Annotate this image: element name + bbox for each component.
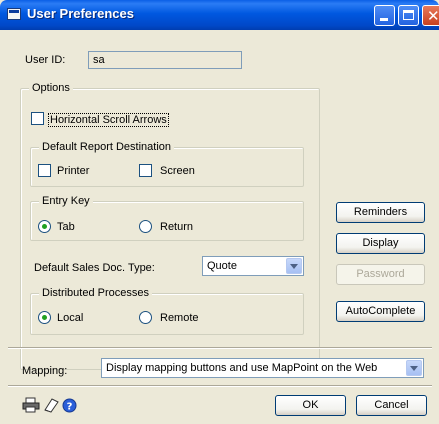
note-icon[interactable]	[42, 397, 60, 413]
minimize-button[interactable]	[374, 5, 395, 26]
chevron-down-icon[interactable]	[406, 360, 422, 376]
mapping-label: Mapping:	[22, 365, 68, 377]
svg-text:?: ?	[67, 402, 73, 413]
user-id-field: sa	[88, 51, 242, 69]
ok-button[interactable]: OK	[275, 395, 346, 416]
autocomplete-button[interactable]: AutoComplete	[336, 301, 425, 322]
printer-checkbox[interactable]	[38, 164, 51, 177]
distributed-processes-legend: Distributed Processes	[39, 287, 152, 299]
mapping-select[interactable]: Display mapping buttons and use MapPoint…	[101, 358, 424, 378]
remote-radio[interactable]	[139, 311, 152, 324]
report-destination-legend: Default Report Destination	[39, 141, 175, 153]
tab-label[interactable]: Tab	[57, 221, 75, 233]
mapping-value: Display mapping buttons and use MapPoint…	[106, 362, 378, 374]
window-title: User Preferences	[27, 6, 134, 21]
sales-doc-type-label: Default Sales Doc. Type:	[34, 262, 155, 274]
remote-label[interactable]: Remote	[160, 312, 199, 324]
entry-key-legend: Entry Key	[39, 195, 93, 207]
horizontal-scroll-arrows-text: Horizontal Scroll Arrows	[50, 114, 167, 126]
user-preferences-window: User Preferences ✕ User ID: sa Options H…	[0, 0, 439, 424]
return-label[interactable]: Return	[160, 221, 193, 233]
user-id-value: sa	[93, 54, 105, 66]
local-radio[interactable]	[38, 311, 51, 324]
password-button[interactable]: Password	[336, 264, 425, 285]
printer-label[interactable]: Printer	[57, 165, 89, 177]
dialog-body: User ID: sa Options Horizontal Scroll Ar…	[0, 30, 439, 424]
divider-bottom	[8, 385, 432, 387]
help-icon[interactable]: ?	[62, 398, 77, 413]
return-radio[interactable]	[139, 220, 152, 233]
user-id-label: User ID:	[25, 54, 66, 66]
close-icon: ✕	[427, 7, 439, 25]
reminders-button[interactable]: Reminders	[336, 202, 425, 223]
display-button[interactable]: Display	[336, 233, 425, 254]
horizontal-scroll-arrows-label[interactable]: Horizontal Scroll Arrows	[48, 113, 169, 127]
cancel-button[interactable]: Cancel	[356, 395, 427, 416]
window-icon	[7, 8, 21, 20]
close-button[interactable]: ✕	[422, 5, 439, 26]
title-bar[interactable]: User Preferences ✕	[0, 0, 439, 30]
printer-icon[interactable]	[22, 397, 40, 413]
screen-label[interactable]: Screen	[160, 165, 195, 177]
divider-top	[8, 347, 432, 349]
tab-radio[interactable]	[38, 220, 51, 233]
horizontal-scroll-arrows-checkbox[interactable]	[31, 112, 44, 125]
options-legend: Options	[29, 82, 73, 94]
local-label[interactable]: Local	[57, 312, 83, 324]
screen-checkbox[interactable]	[139, 164, 152, 177]
sales-doc-type-select[interactable]: Quote	[202, 256, 304, 276]
sales-doc-type-value: Quote	[207, 260, 237, 272]
chevron-down-icon[interactable]	[286, 258, 302, 274]
maximize-button[interactable]	[398, 5, 419, 26]
